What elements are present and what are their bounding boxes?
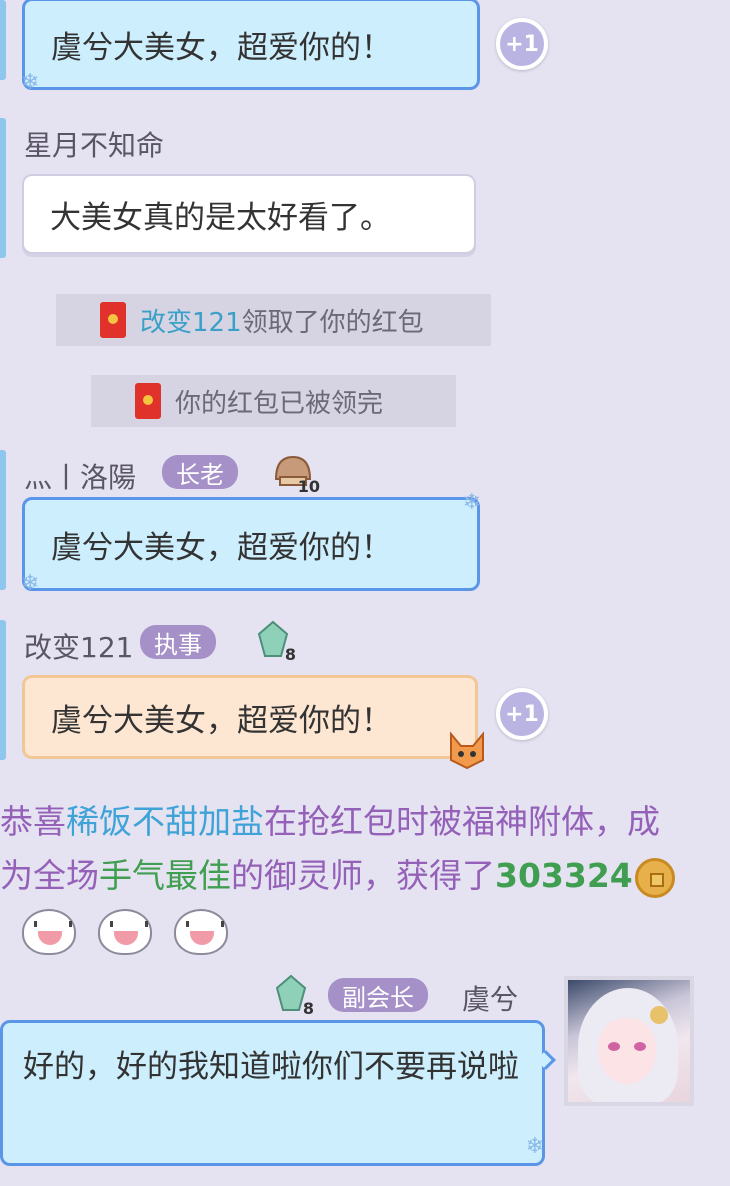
role-badge: 执事 (140, 625, 216, 659)
avatar-edge (0, 0, 6, 80)
sender-name: 虞兮 (462, 983, 519, 1016)
ice-crystal-icon: ❄ (462, 490, 481, 515)
message-text: 大美女真的是太好看了。 (50, 199, 391, 236)
system-notice-finished: 你的红包已被领完 (91, 375, 456, 427)
message-text: 虞兮大美女，超爱你的！ (51, 529, 392, 566)
laughing-face-icon (22, 908, 76, 955)
coin-icon (634, 857, 675, 898)
message-text: 虞兮大美女，超爱你的！ (51, 702, 392, 739)
plus-one-button[interactable]: +1 (496, 18, 548, 70)
role-badge: 长老 (162, 455, 238, 489)
lucky-user-name[interactable]: 稀饭不甜加盐 (66, 802, 264, 841)
ice-crystal-icon: ❄ (21, 571, 40, 596)
avatar-edge (0, 620, 6, 760)
message-text: 虞兮大美女，超爱你的！ (51, 29, 392, 66)
sender-name: 改变121 (24, 631, 134, 664)
chat-bubble[interactable]: 好的，好的我知道啦你们不要再说啦 ❄ (0, 1020, 556, 1166)
avatar-edge (0, 450, 6, 590)
system-notice-claimed: 改变121 领取了你的红包 (56, 294, 491, 346)
laughing-face-icon (98, 908, 152, 955)
red-envelope-icon (100, 302, 126, 338)
chat-bubble[interactable]: 虞兮大美女，超爱你的！ ❄ ❄ (21, 490, 481, 596)
message-text: 好的，好的我知道啦你们不要再说啦 (23, 1049, 519, 1085)
avatar[interactable] (564, 976, 694, 1106)
ice-crystal-icon: ❄ (525, 1134, 544, 1159)
reward-amount: 303324 (495, 856, 633, 895)
notice-text: 你的红包已被领完 (175, 388, 384, 419)
ice-crystal-icon: ❄ (21, 70, 40, 95)
chat-bubble[interactable]: 虞兮大美女，超爱你的！ (22, 675, 484, 770)
chat-bubble[interactable]: 虞兮大美女，超爱你的！ ❄ (21, 0, 480, 95)
plus-one-button[interactable]: +1 (496, 688, 548, 740)
lucky-draw-announcement: 恭喜稀饭不甜加盐在抢红包时被福神附体，成为全场手气最佳的御灵师，获得了30332… (0, 795, 680, 957)
laughing-face-icon (174, 908, 228, 955)
crystal-level-icon: 8 (250, 616, 296, 664)
notice-text: 领取了你的红包 (241, 307, 424, 338)
role-badge: 副会长 (328, 978, 428, 1012)
helmet-level-icon: 10 (268, 450, 320, 496)
claimer-name[interactable]: 改变121 (140, 302, 242, 339)
fox-icon (450, 731, 484, 770)
crystal-level-icon: 8 (268, 970, 314, 1018)
sender-name: 灬丨洛陽 (24, 461, 137, 494)
red-envelope-icon (135, 383, 161, 419)
avatar-edge (0, 118, 6, 258)
chat-bubble[interactable]: 大美女真的是太好看了。 (22, 174, 476, 254)
bubble-tail (536, 1050, 556, 1070)
sender-name: 星月不知命 (24, 129, 165, 162)
